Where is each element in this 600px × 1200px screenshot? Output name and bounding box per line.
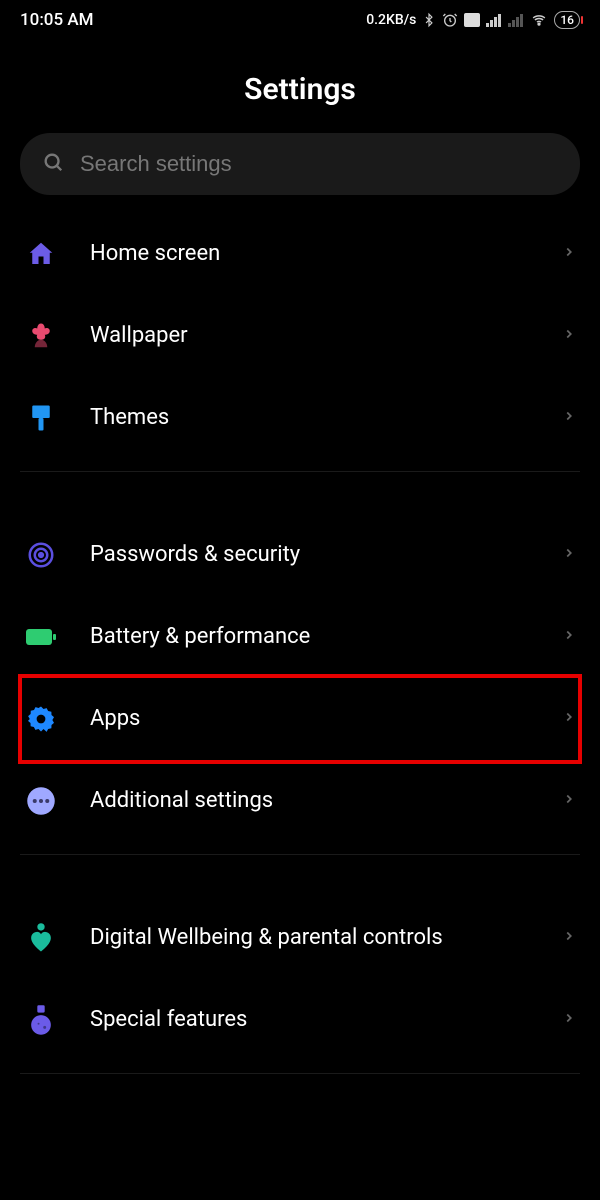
- chevron-right-icon: [562, 788, 576, 814]
- spacer: [0, 867, 600, 897]
- settings-item-special-features[interactable]: Special features: [0, 979, 600, 1061]
- gear-icon: [24, 702, 58, 736]
- bluetooth-icon: [422, 12, 436, 28]
- settings-item-label: Battery & performance: [90, 623, 530, 651]
- flask-icon: [24, 1003, 58, 1037]
- settings-item-label: Themes: [90, 404, 530, 432]
- settings-item-passwords-security[interactable]: Passwords & security: [0, 514, 600, 596]
- heart-person-icon: [24, 921, 58, 955]
- settings-item-label: Wallpaper: [90, 322, 530, 350]
- chevron-right-icon: [562, 1007, 576, 1033]
- settings-item-home-screen[interactable]: Home screen: [0, 213, 600, 295]
- settings-item-apps[interactable]: Apps: [0, 678, 600, 760]
- settings-item-themes[interactable]: Themes: [0, 377, 600, 459]
- divider: [20, 1073, 580, 1074]
- chevron-right-icon: [562, 925, 576, 951]
- settings-item-label: Additional settings: [90, 787, 530, 815]
- status-bar: 10:05 AM 0.2KB/s 16: [0, 0, 600, 40]
- settings-item-wallpaper[interactable]: Wallpaper: [0, 295, 600, 377]
- volte-icon: [464, 13, 480, 27]
- chevron-right-icon: [562, 542, 576, 568]
- spacer: [0, 484, 600, 514]
- search-input[interactable]: [80, 151, 558, 177]
- signal-icon: [486, 13, 502, 27]
- settings-item-digital-wellbeing[interactable]: Digital Wellbeing & parental controls: [0, 897, 600, 979]
- battery-indicator: 16: [554, 11, 580, 29]
- brush-icon: [24, 401, 58, 435]
- status-time: 10:05 AM: [20, 10, 94, 30]
- settings-list: Home screen Wallpaper Themes Passwords &…: [0, 213, 600, 1074]
- chevron-right-icon: [562, 624, 576, 650]
- settings-item-additional-settings[interactable]: Additional settings: [0, 760, 600, 842]
- chevron-right-icon: [562, 241, 576, 267]
- search-icon: [42, 151, 64, 177]
- search-bar[interactable]: [20, 133, 580, 195]
- settings-item-label: Passwords & security: [90, 541, 530, 569]
- fingerprint-icon: [24, 538, 58, 572]
- divider: [20, 854, 580, 855]
- house-icon: [24, 237, 58, 271]
- battery-icon: [24, 620, 58, 654]
- divider: [20, 471, 580, 472]
- chevron-right-icon: [562, 706, 576, 732]
- chevron-right-icon: [562, 405, 576, 431]
- chevron-right-icon: [562, 323, 576, 349]
- settings-item-battery-performance[interactable]: Battery & performance: [0, 596, 600, 678]
- settings-item-label: Digital Wellbeing & parental controls: [90, 924, 530, 952]
- settings-item-label: Apps: [90, 705, 530, 733]
- settings-item-label: Home screen: [90, 240, 530, 268]
- more-icon: [24, 784, 58, 818]
- alarm-icon: [442, 12, 458, 28]
- signal-secondary-icon: [508, 13, 524, 27]
- status-icons: 0.2KB/s 16: [366, 11, 580, 29]
- flower-icon: [24, 319, 58, 353]
- page-title: Settings: [0, 40, 600, 133]
- wifi-icon: [530, 13, 548, 27]
- net-speed: 0.2KB/s: [366, 12, 416, 28]
- settings-item-label: Special features: [90, 1006, 530, 1034]
